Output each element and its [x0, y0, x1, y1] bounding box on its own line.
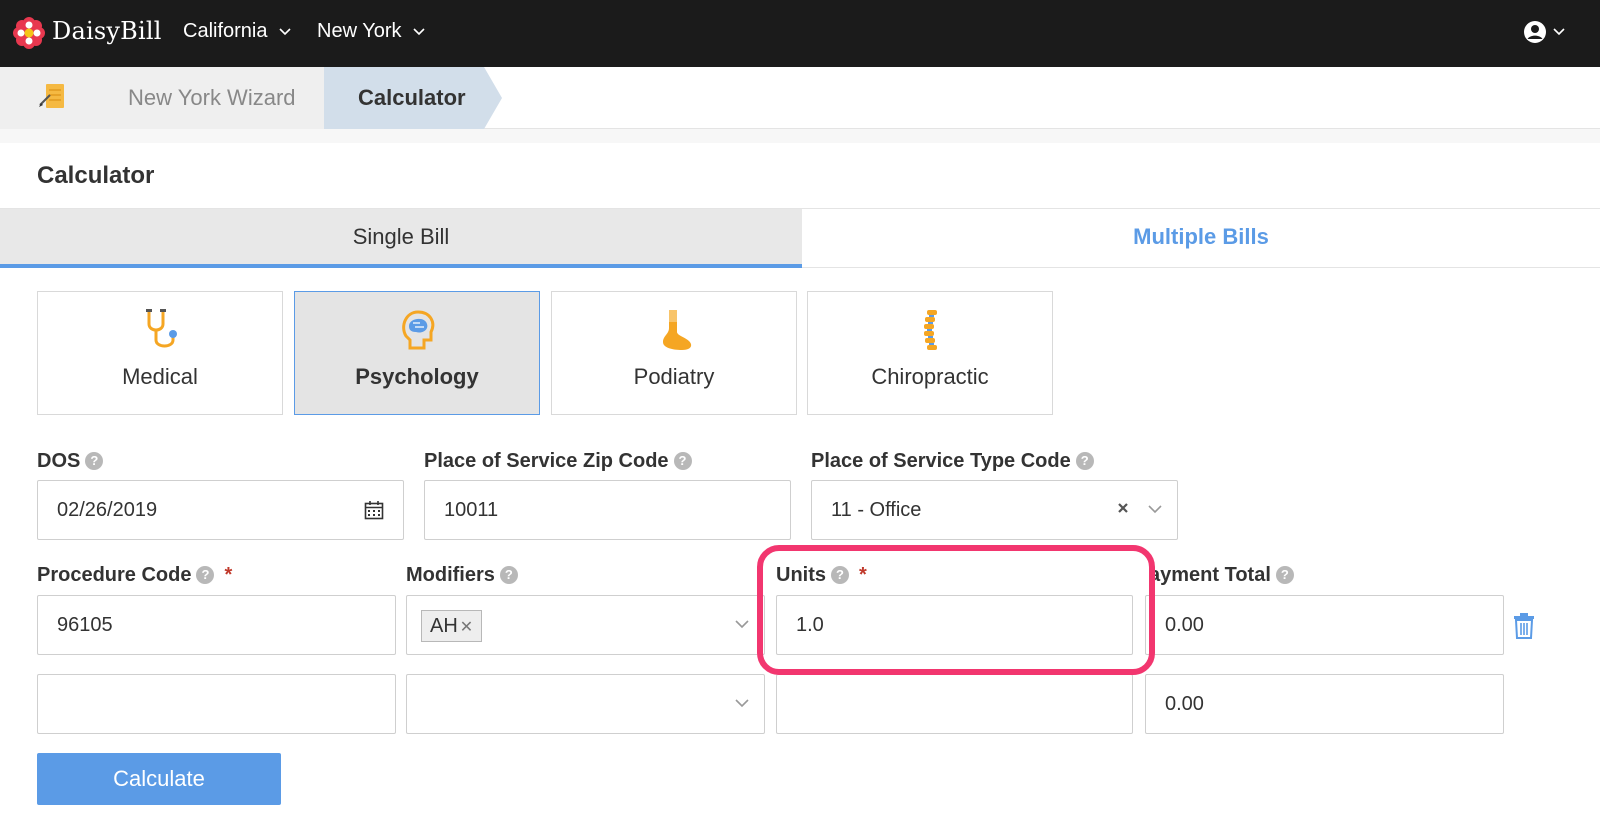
- procedure-code-input-2[interactable]: [37, 674, 396, 734]
- units-highlight-annotation: [757, 545, 1155, 675]
- modifiers-label: Modifiers?: [406, 564, 518, 587]
- specialty-card-medical[interactable]: Medical: [37, 291, 283, 415]
- dos-value: 02/26/2019: [57, 499, 158, 521]
- brain-icon: [402, 310, 435, 350]
- specialty-label: Chiropractic: [871, 364, 989, 389]
- specialty-card-psychology[interactable]: Psychology: [294, 291, 540, 415]
- trash-icon[interactable]: [1513, 613, 1535, 639]
- help-icon[interactable]: ?: [85, 452, 104, 470]
- payment-total-label-text: ayment Total: [1149, 564, 1271, 586]
- chevron-down-icon[interactable]: [1148, 505, 1162, 514]
- payment-total-value-2: 0.00: [1165, 693, 1204, 715]
- zip-label-text: Place of Service Zip Code: [424, 450, 669, 472]
- account-icon[interactable]: [1523, 20, 1547, 44]
- breadcrumb-calculator-label: Calculator: [358, 85, 466, 110]
- chevron-down-icon[interactable]: [1553, 28, 1565, 36]
- procedure-code-label-text: Procedure Code: [37, 564, 192, 586]
- required-marker: *: [224, 564, 233, 586]
- zip-code-input[interactable]: 10011: [424, 480, 791, 540]
- pos-type-value: 11 - Office: [831, 499, 922, 521]
- specialty-label: Psychology: [355, 364, 479, 389]
- modifiers-label-text: Modifiers: [406, 564, 495, 586]
- help-icon[interactable]: ?: [1075, 452, 1094, 470]
- tab-single-bill[interactable]: Single Bill: [0, 209, 802, 268]
- tab-multiple-bills[interactable]: Multiple Bills: [802, 209, 1600, 268]
- breadcrumb-calculator[interactable]: Calculator: [324, 67, 484, 129]
- nav-california-label: California: [183, 20, 268, 42]
- brand-name[interactable]: DaisyBill: [52, 17, 162, 45]
- payment-total-input[interactable]: 0.00: [1145, 595, 1504, 655]
- stethoscope-icon: [146, 309, 177, 348]
- specialty-label: Medical: [122, 364, 198, 389]
- chevron-down-icon[interactable]: [735, 620, 749, 629]
- payment-total-value: 0.00: [1165, 614, 1204, 636]
- breadcrumb-separator: [484, 67, 502, 129]
- specialty-label: Podiatry: [633, 364, 715, 389]
- units-input-2[interactable]: [776, 674, 1133, 734]
- pos-type-label-text: Place of Service Type Code: [811, 450, 1071, 472]
- modifiers-select-2[interactable]: [406, 674, 765, 734]
- help-icon[interactable]: ?: [196, 566, 215, 584]
- procedure-code-value: 96105: [57, 614, 113, 636]
- zip-value: 10011: [444, 499, 499, 521]
- payment-total-input-2[interactable]: 0.00: [1145, 674, 1504, 734]
- chevron-down-icon: [279, 28, 291, 35]
- modifier-tag-label: AH: [430, 615, 458, 637]
- nav-newyork-label: New York: [317, 20, 402, 42]
- help-icon[interactable]: ?: [673, 452, 692, 470]
- remove-tag-icon[interactable]: ✕: [460, 619, 473, 636]
- notepad-icon: [39, 84, 64, 108]
- breadcrumb-newyork-wizard-label: New York Wizard: [128, 85, 296, 110]
- dos-date-field[interactable]: 02/26/2019: [37, 480, 404, 540]
- calendar-icon[interactable]: [364, 500, 384, 520]
- daisy-logo-icon[interactable]: [12, 16, 46, 50]
- clear-icon[interactable]: [1117, 502, 1129, 514]
- procedure-code-label: Procedure Code? *: [37, 564, 232, 587]
- help-icon[interactable]: ?: [1275, 566, 1294, 584]
- specialty-card-podiatry[interactable]: Podiatry: [551, 291, 797, 415]
- page-title: Calculator: [37, 162, 155, 189]
- modifier-tag[interactable]: AH ✕: [421, 610, 483, 642]
- dos-label: DOS?: [37, 450, 104, 473]
- payment-total-label: ayment Total?: [1149, 564, 1294, 587]
- breadcrumb-home[interactable]: [0, 67, 96, 129]
- modifiers-select[interactable]: AH ✕: [406, 595, 765, 655]
- dos-label-text: DOS: [37, 450, 81, 472]
- chevron-down-icon: [413, 28, 425, 35]
- page-header-shade: [0, 129, 1600, 143]
- breadcrumb: New York Wizard Calculator: [0, 67, 1600, 129]
- breadcrumb-newyork-wizard[interactable]: New York Wizard: [96, 67, 324, 129]
- nav-california-dropdown[interactable]: California: [183, 20, 291, 43]
- help-icon[interactable]: ?: [499, 566, 518, 584]
- specialty-card-chiropractic[interactable]: Chiropractic: [807, 291, 1053, 415]
- pos-type-select[interactable]: 11 - Office: [811, 480, 1178, 540]
- top-navbar: DaisyBill California New York: [0, 0, 1600, 67]
- zip-label: Place of Service Zip Code?: [424, 450, 692, 473]
- procedure-code-input[interactable]: 96105: [37, 595, 396, 655]
- spine-icon: [924, 310, 937, 350]
- calculate-button[interactable]: Calculate: [37, 753, 281, 805]
- calculator-tabs: Single Bill Multiple Bills: [0, 208, 1600, 268]
- chevron-down-icon[interactable]: [735, 699, 749, 708]
- pos-type-label: Place of Service Type Code?: [811, 450, 1094, 473]
- foot-icon: [663, 310, 692, 350]
- nav-newyork-dropdown[interactable]: New York: [317, 20, 425, 43]
